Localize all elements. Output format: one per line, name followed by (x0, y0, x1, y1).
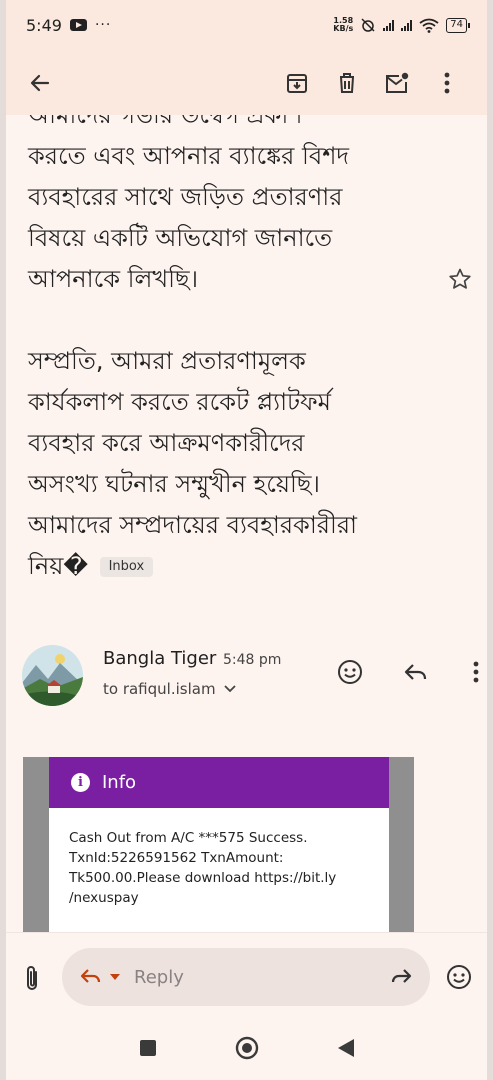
reply-button[interactable] (396, 652, 436, 692)
recents-button[interactable] (139, 1039, 157, 1061)
add-reaction-button[interactable] (330, 652, 370, 692)
sender-avatar[interactable] (22, 645, 83, 706)
status-time: 5:49 (26, 15, 62, 35)
card-line: TxnId:5226591562 TxnAmount: (69, 850, 284, 866)
reply-placeholder: Reply (134, 966, 184, 988)
info-card-body: Cash Out from A/C ***575 Success. TxnId:… (49, 808, 389, 908)
archive-icon (287, 73, 307, 93)
info-card-header: i Info (49, 757, 389, 808)
body-line: ব্যবহার করে আক্রমণকারীদের (28, 429, 305, 457)
network-speed: 1.58 KB/s (333, 17, 353, 33)
body-line: অসংখ্য ঘটনার সম্মুখীন হয়েছি। (28, 470, 320, 498)
alarm-off-icon (361, 18, 375, 32)
body-line: সম্প্রতি, আমরা প্রতারণামূলক (28, 347, 306, 375)
body-partial-line: আমাদের গভীর উদ্বেগ প্রকাশ (28, 115, 303, 129)
triangle-back-icon (337, 1039, 354, 1057)
body-paragraph-2: সম্প্রতি, আমরা প্রতারণামূলক কার্যকলাপ কর… (28, 341, 428, 587)
square-icon (139, 1040, 156, 1056)
body-line: করতে এবং আপনার ব্যাঙ্কের বিশদ (28, 142, 350, 170)
message-more-button[interactable] (456, 652, 493, 692)
body-line: আপনাকে লিখছি। (28, 265, 199, 293)
delete-button[interactable] (325, 61, 369, 105)
body-line: আমাদের সম্প্রদায়ের ব্যবহারকারীরা (28, 511, 358, 539)
body-line: বিষয়ে একটি অভিযোগ জানাতে (28, 224, 333, 252)
mail-unread-icon (386, 72, 409, 93)
wifi-icon (419, 18, 439, 33)
recipient-details-toggle[interactable]: to rafiqul.islam (103, 680, 236, 698)
app-bar (0, 50, 493, 115)
signal-2-icon (401, 19, 413, 31)
arrow-left-icon (30, 74, 50, 91)
emoji-reaction-button[interactable] (444, 962, 474, 992)
info-icon: i (71, 773, 90, 792)
attach-button[interactable] (18, 962, 46, 994)
signal-icon (383, 19, 395, 31)
youtube-icon (69, 19, 87, 31)
home-circle-icon (235, 1036, 258, 1060)
info-card: i Info Cash Out from A/C ***575 Success.… (49, 757, 389, 932)
more-notifications-icon: ··· (94, 17, 112, 33)
reply-icon (80, 969, 101, 983)
card-line: Cash Out from A/C ***575 Success. (69, 830, 308, 846)
reply-input[interactable]: Reply (62, 948, 430, 1006)
more-vert-icon (444, 72, 450, 93)
chevron-down-icon (223, 685, 236, 693)
more-options-button[interactable] (425, 61, 469, 105)
smiley-icon (338, 660, 362, 684)
sender-name: Bangla Tiger (103, 648, 217, 669)
reply-icon (404, 664, 427, 680)
network-speed-unit: KB/s (333, 24, 354, 33)
back-button[interactable] (18, 61, 62, 105)
landscape-avatar-icon (22, 645, 83, 706)
status-bar: 5:49 ··· 1.58 KB/s 74 (0, 0, 493, 50)
recipient-text: to rafiqul.islam (103, 680, 216, 698)
body-last-text: নিয়� (28, 552, 88, 580)
archive-button[interactable] (275, 61, 319, 105)
star-outline-icon (449, 268, 471, 289)
mark-unread-button[interactable] (375, 61, 419, 105)
card-line: Tk500.00.Please download https://bit.ly (69, 870, 337, 886)
battery-indicator: 74 (446, 17, 470, 33)
message-actions (330, 652, 493, 692)
back-nav-button[interactable] (337, 1038, 355, 1062)
body-paragraph-1: করতে এবং আপনার ব্যাঙ্কের বিশদ ব্যবহারের … (28, 136, 428, 300)
card-line: /nexuspay (69, 890, 139, 906)
more-vert-icon (473, 661, 479, 683)
star-button[interactable] (446, 265, 474, 293)
body-line-last: নিয়� Inbox (28, 546, 428, 587)
forward-icon[interactable] (390, 968, 412, 986)
body-line: ব্যবহারের সাথে জড়িত প্রতারণার (28, 183, 343, 211)
home-button[interactable] (235, 1036, 259, 1064)
embedded-image[interactable]: i Info Cash Out from A/C ***575 Success.… (23, 757, 414, 932)
smiley-icon (447, 965, 471, 989)
paperclip-icon (27, 966, 37, 990)
inbox-label-chip[interactable]: Inbox (99, 557, 154, 577)
message-time: 5:48 pm (223, 652, 282, 668)
info-card-title: Info (102, 772, 137, 793)
caret-down-icon[interactable] (110, 974, 120, 980)
body-line: কার্যকলাপ করতে রকেট প্ল্যাটফর্ম (28, 388, 331, 416)
system-nav-bar (0, 1020, 493, 1080)
trash-icon (340, 72, 354, 93)
email-body: আমাদের গভীর উদ্বেগ প্রকাশ করতে এবং আপনার… (0, 115, 493, 625)
